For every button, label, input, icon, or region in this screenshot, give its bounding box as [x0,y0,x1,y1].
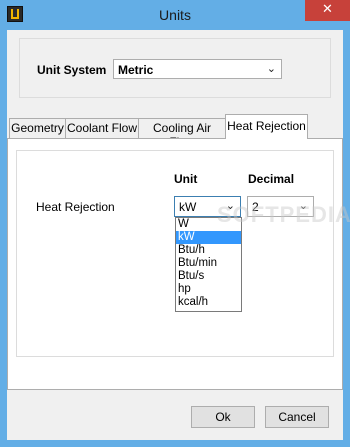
unit-system-value: Metric [118,63,154,77]
title-bar[interactable]: Units ✕ [0,0,350,30]
heat-rejection-label: Heat Rejection [36,200,115,214]
tab-coolant-flow[interactable]: Coolant Flow [65,118,139,138]
dialog-client-area: Unit System Metric ⌄ Geometry Coolant Fl… [7,30,350,440]
unit-option-kcal-h[interactable]: kcal/h [176,296,241,309]
tab-cooling-air-flow[interactable]: Cooling Air Flow [138,118,226,149]
tab-geometry[interactable]: Geometry [9,118,66,138]
close-button[interactable]: ✕ [305,0,350,21]
unit-system-select[interactable]: Metric ⌄ [113,59,282,79]
unit-option-btu-min[interactable]: Btu/min [176,257,241,270]
unit-select-value: kW [179,200,197,214]
cancel-button[interactable]: Cancel [265,406,329,428]
unit-option-hp[interactable]: hp [176,283,241,296]
unit-option-btu-s[interactable]: Btu/s [176,270,241,283]
decimal-column-header: Decimal [248,172,295,186]
tab-strip: Geometry Coolant Flow Cooling Air Flow H… [7,114,343,149]
window-title: Units [159,7,191,23]
chevron-down-icon: ⌄ [266,62,276,75]
tab-heat-rejection[interactable]: Heat Rejection [225,114,308,139]
units-window: Units ✕ Unit System Metric ⌄ Geometry Co… [0,0,350,447]
unit-column-header: Unit [174,172,198,186]
unit-dropdown-list: W kW Btu/h Btu/min Btu/s hp kcal/h [175,217,242,312]
unit-option-kw[interactable]: kW [176,231,241,244]
watermark: SOFTPEDIA [217,202,350,227]
unit-system-label: Unit System [37,63,107,77]
ok-button[interactable]: Ok [191,406,255,428]
unit-option-btu-h[interactable]: Btu/h [176,244,241,257]
